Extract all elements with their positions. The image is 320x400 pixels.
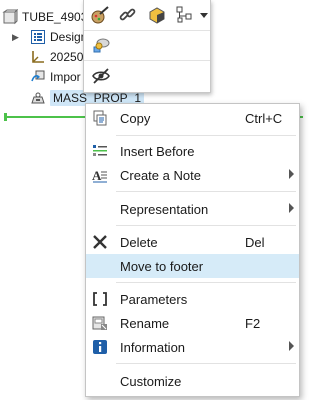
mini-toolbar (83, 0, 211, 93)
menu-item-label: Copy (120, 110, 151, 126)
parameters-brackets-icon (92, 291, 108, 307)
menu-item-label: Insert Before (120, 143, 195, 159)
tree-item-label: Design (50, 30, 88, 44)
tree-item-import[interactable]: Impor (30, 67, 81, 87)
mass-properties-icon (30, 90, 46, 106)
info-icon (92, 339, 108, 355)
copy-icon (92, 110, 108, 126)
part-icon (2, 8, 19, 25)
menu-item-shortcut: F2 (245, 315, 261, 331)
menu-item-shortcut: Del (245, 234, 265, 250)
display-style-icon[interactable] (144, 2, 168, 28)
context-menu: Copy Ctrl+C Insert Before A Create a Not… (85, 103, 300, 397)
svg-text:A: A (92, 168, 102, 183)
menu-item-label: Information (120, 339, 186, 355)
menu-separator (116, 363, 296, 364)
menu-item-label: Move to footer (120, 258, 204, 274)
menu-separator (116, 282, 296, 283)
menu-item-information[interactable]: Information (86, 335, 299, 359)
expand-arrow-icon[interactable]: ▶ (12, 32, 19, 43)
menu-item-insert-before[interactable]: Insert Before (86, 139, 299, 163)
tree-item-csys[interactable]: 20250 (30, 47, 83, 67)
tree-root[interactable]: TUBE_4903 (2, 7, 87, 27)
coordinate-system-icon (30, 49, 46, 65)
rename-icon (92, 315, 108, 331)
insert-before-icon (92, 143, 108, 159)
hierarchy-icon[interactable] (173, 2, 197, 28)
menu-separator (116, 191, 296, 192)
mini-toolbar-row (84, 30, 210, 61)
hide-eye-icon[interactable] (88, 63, 114, 89)
delete-x-icon (92, 234, 108, 250)
menu-item-label: Create a Note (120, 167, 201, 183)
note-icon: A (92, 167, 108, 183)
shapes-icon[interactable] (88, 32, 114, 58)
menu-item-shortcut: Ctrl+C (245, 110, 283, 126)
dropdown-arrow-icon[interactable] (199, 2, 210, 28)
tree-root-label: TUBE_4903 (22, 10, 88, 24)
menu-item-parameters[interactable]: Parameters (86, 287, 299, 311)
menu-item-copy[interactable]: Copy Ctrl+C (86, 106, 299, 130)
tree-item-label: 20250 (50, 50, 84, 64)
menu-item-rename[interactable]: Rename F2 (86, 311, 299, 335)
menu-item-representation[interactable]: Representation (86, 197, 299, 221)
submenu-arrow-icon (289, 341, 294, 351)
mini-toolbar-row (84, 0, 210, 31)
menu-separator (116, 135, 296, 136)
menu-separator (116, 225, 296, 226)
submenu-arrow-icon (289, 203, 294, 213)
menu-item-label: Representation (120, 201, 209, 217)
menu-item-label: Customize (120, 373, 182, 389)
chain-link-icon[interactable] (116, 2, 140, 28)
appearance-brush-icon[interactable] (88, 2, 112, 28)
menu-item-label: Rename (120, 315, 170, 331)
menu-item-create-note[interactable]: A Create a Note (86, 163, 299, 187)
mini-toolbar-row (84, 60, 210, 91)
menu-item-label: Delete (120, 234, 158, 250)
import-feature-icon (30, 69, 46, 85)
menu-item-label: Parameters (120, 291, 188, 307)
menu-item-customize[interactable]: Customize (86, 369, 299, 393)
menu-item-move-to-footer[interactable]: Move to footer (86, 254, 299, 278)
submenu-arrow-icon (289, 169, 294, 179)
tree-item-design[interactable]: ▶ Design (12, 27, 87, 47)
tree-item-label: Impor (50, 70, 81, 84)
menu-item-delete[interactable]: Delete Del (86, 230, 299, 254)
design-items-icon (30, 29, 46, 45)
